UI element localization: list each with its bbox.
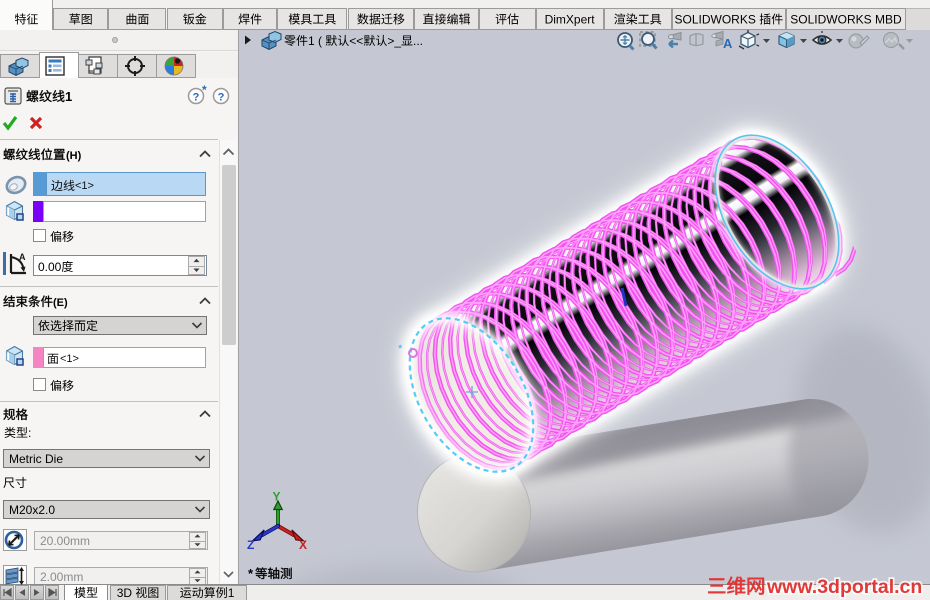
svg-text:*: *: [398, 343, 403, 355]
svg-text:1: 1: [65, 89, 72, 104]
svg-text:1: 1: [228, 586, 235, 600]
svg-text:(H): (H): [66, 150, 82, 162]
svg-text:...: ...: [413, 34, 423, 48]
svg-text:<1>: <1>: [75, 180, 94, 192]
svg-text:A: A: [19, 252, 26, 262]
svg-text:<1>: <1>: [60, 353, 79, 365]
svg-text:SOLIDWORKS MBD: SOLIDWORKS MBD: [790, 13, 902, 27]
svg-text:Metric Die: Metric Die: [9, 452, 63, 466]
svg-text::: :: [28, 426, 31, 440]
svg-text:X: X: [299, 538, 307, 552]
svg-text:1 (: 1 (: [308, 34, 322, 48]
svg-text:*: *: [248, 566, 254, 581]
svg-text:2.00mm: 2.00mm: [40, 570, 83, 584]
svg-text:*: *: [202, 83, 207, 97]
svg-text:SOLIDWORKS: SOLIDWORKS: [675, 13, 756, 27]
svg-text:DimXpert: DimXpert: [545, 13, 596, 27]
svg-text:?: ?: [218, 92, 225, 104]
svg-text:>_: >_: [387, 34, 401, 48]
svg-text:(E): (E): [53, 297, 68, 309]
svg-text:?: ?: [193, 92, 200, 104]
svg-text:A: A: [723, 36, 733, 51]
svg-text:M20x2.0: M20x2.0: [9, 503, 55, 517]
svg-text:0.00: 0.00: [38, 260, 62, 274]
svg-text:www.3dportal.cn: www.3dportal.cn: [766, 576, 922, 598]
svg-text:Y: Y: [273, 490, 281, 504]
svg-text:20.00mm: 20.00mm: [40, 534, 90, 548]
svg-text:<<: <<: [349, 34, 363, 48]
svg-text:Z: Z: [247, 538, 254, 552]
svg-text:3D: 3D: [117, 586, 133, 600]
